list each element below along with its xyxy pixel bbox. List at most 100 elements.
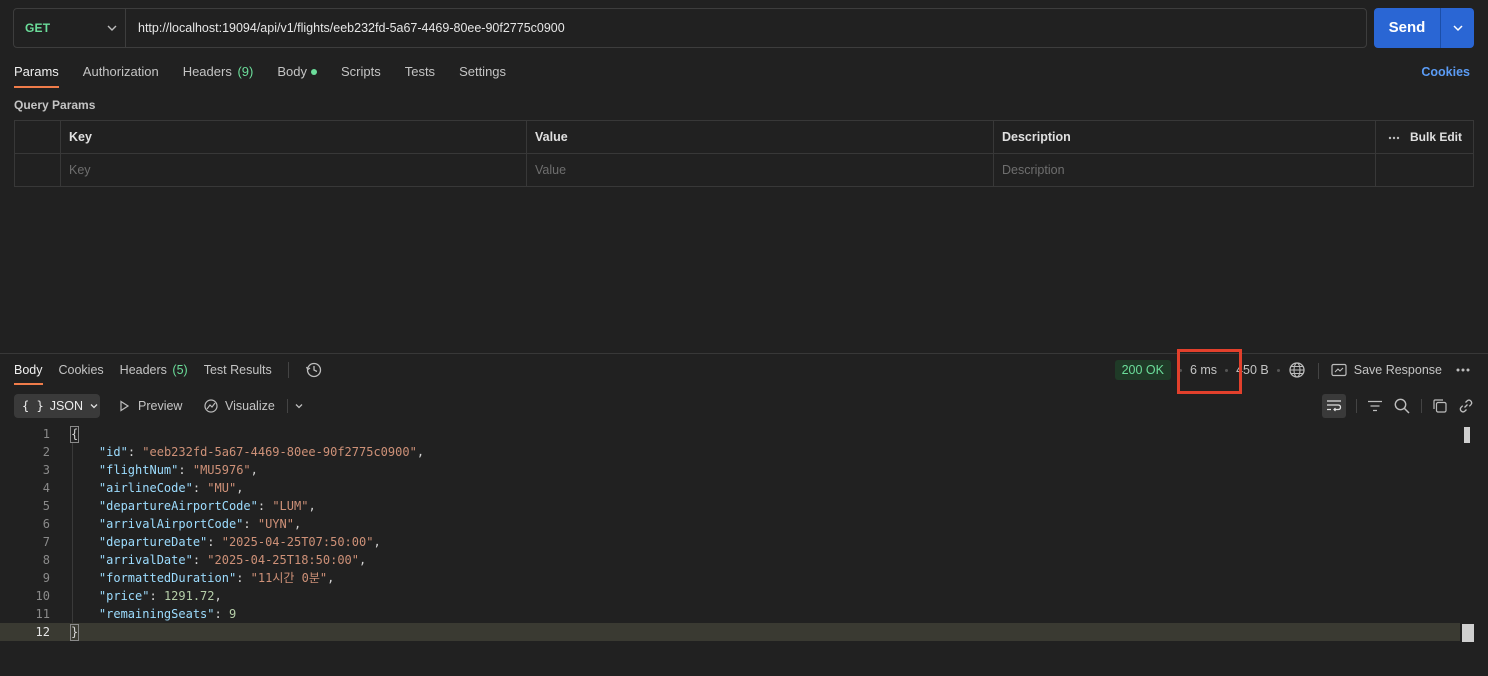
query-params-title: Query Params <box>14 98 96 112</box>
table-row: Key Value Description <box>15 154 1473 187</box>
checkbox-column-header <box>15 121 61 154</box>
code-token: "id" <box>98 445 128 459</box>
format-select[interactable]: { } JSON <box>14 394 100 418</box>
response-body-editor[interactable]: 1{2 "id": "eeb232fd-5a67-4469-80ee-90f27… <box>0 425 1474 655</box>
code-token: { <box>70 426 80 443</box>
braces-icon: { } <box>22 399 44 413</box>
pane-divider[interactable] <box>0 353 1488 354</box>
code-token: : <box>243 517 258 531</box>
line-number: 8 <box>42 553 50 567</box>
code-token: , <box>250 463 258 477</box>
more-horizontal-icon <box>1456 368 1470 372</box>
param-value-input[interactable]: Value <box>527 154 994 187</box>
tab-authorization[interactable]: Authorization <box>83 62 159 88</box>
editor-scrollbar[interactable] <box>1460 425 1474 645</box>
code-token: , <box>416 445 425 459</box>
tab-test-results[interactable]: Test Results <box>204 361 272 385</box>
more-options-button[interactable] <box>1456 368 1470 372</box>
code-line: 3 "flightNum": "MU5976", <box>0 461 1460 479</box>
search-icon[interactable] <box>1393 397 1411 415</box>
method-select[interactable]: GET <box>14 9 126 47</box>
tab-response-cookies-label: Cookies <box>58 363 104 377</box>
line-number: 11 <box>35 607 50 621</box>
meta-separator <box>1276 368 1280 372</box>
code-token: "airlineCode" <box>98 481 193 495</box>
code-line: 8 "arrivalDate": "2025-04-25T18:50:00", <box>0 551 1460 569</box>
code-line: 11 "remainingSeats": 9 <box>0 605 1460 623</box>
filter-icon[interactable] <box>1367 399 1383 413</box>
code-token: "2025-04-25T18:50:00" <box>207 553 359 567</box>
tab-response-headers[interactable]: Headers (5) <box>120 361 188 385</box>
tab-settings[interactable]: Settings <box>459 62 506 88</box>
param-description-input[interactable]: Description <box>994 154 1376 187</box>
chevron-down-icon <box>90 404 98 409</box>
code-text: "arrivalDate": "2025-04-25T18:50:00", <box>70 551 366 569</box>
scrollbar-thumb[interactable] <box>1464 427 1470 443</box>
code-text: "airlineCode": "MU", <box>70 479 244 497</box>
code-text: "flightNum": "MU5976", <box>70 461 258 479</box>
code-line: 10 "price": 1291.72, <box>0 587 1460 605</box>
send-button[interactable]: Send <box>1374 8 1440 48</box>
cookies-link[interactable]: Cookies <box>1421 65 1470 79</box>
bulk-edit-button[interactable]: Bulk Edit <box>1376 121 1473 154</box>
code-text: "remainingSeats": 9 <box>70 605 236 623</box>
code-token: 1291.72 <box>163 589 215 603</box>
code-token: "MU5976" <box>192 463 251 477</box>
tab-tests[interactable]: Tests <box>405 62 435 88</box>
url-input[interactable]: http://localhost:19094/api/v1/flights/ee… <box>138 9 565 47</box>
code-token: "departureDate" <box>98 535 208 549</box>
preview-button[interactable]: Preview <box>118 394 182 418</box>
response-tabs: Body Cookies Headers (5) Test Results <box>14 361 323 385</box>
visualize-label: Visualize <box>225 399 275 413</box>
line-number: 1 <box>42 427 50 441</box>
code-token: , <box>236 481 244 495</box>
tab-authorization-label: Authorization <box>82 64 159 79</box>
tab-body[interactable]: Body <box>277 62 317 88</box>
line-number: 3 <box>42 463 50 477</box>
copy-icon[interactable] <box>1432 398 1448 414</box>
tools-separator <box>1421 399 1422 413</box>
code-token: "remainingSeats" <box>98 607 215 621</box>
code-text: "id": "eeb232fd-5a67-4469-80ee-90f2775c0… <box>70 443 424 461</box>
status-badge[interactable]: 200 OK <box>1114 360 1171 380</box>
row-checkbox[interactable] <box>15 154 61 187</box>
code-line: 5 "departureAirportCode": "LUM", <box>0 497 1460 515</box>
response-tools <box>1322 393 1474 419</box>
word-wrap-button[interactable] <box>1322 394 1346 418</box>
table-header-row: Key Value Description Bulk Edit <box>15 121 1473 154</box>
code-token: "2025-04-25T07:50:00" <box>221 535 374 549</box>
history-icon[interactable] <box>305 361 323 379</box>
code-text: "departureAirportCode": "LUM", <box>70 497 316 515</box>
line-number: 4 <box>42 481 50 495</box>
code-text: "formattedDuration": "11시간 0분", <box>70 569 334 587</box>
tab-scripts[interactable]: Scripts <box>341 62 381 88</box>
network-info-button[interactable] <box>1288 361 1306 379</box>
tab-params[interactable]: Params <box>14 62 59 88</box>
link-icon[interactable] <box>1458 398 1474 414</box>
code-token: "arrivalDate" <box>98 553 193 567</box>
tab-headers[interactable]: Headers (9) <box>183 62 254 88</box>
value-column-header: Value <box>527 121 994 154</box>
code-token: : <box>192 481 208 495</box>
save-response-button[interactable]: Save Response <box>1331 363 1442 377</box>
chevron-down-icon[interactable] <box>294 401 304 411</box>
code-token: : <box>192 553 208 567</box>
code-token: "11시간 0분" <box>250 571 328 585</box>
code-token: : <box>236 571 251 585</box>
param-key-input[interactable]: Key <box>61 154 527 187</box>
tab-response-body[interactable]: Body <box>14 361 43 385</box>
send-options-button[interactable] <box>1441 8 1474 48</box>
tab-response-cookies[interactable]: Cookies <box>59 361 104 385</box>
highlight-box <box>1177 349 1242 394</box>
visualize-button[interactable]: Visualize <box>203 394 304 418</box>
tab-response-body-label: Body <box>14 363 43 377</box>
preview-label: Preview <box>138 399 183 413</box>
code-token: "formattedDuration" <box>98 571 237 585</box>
code-token: , <box>327 571 335 585</box>
code-token: "eeb232fd-5a67-4469-80ee-90f2775c0900" <box>142 445 417 459</box>
